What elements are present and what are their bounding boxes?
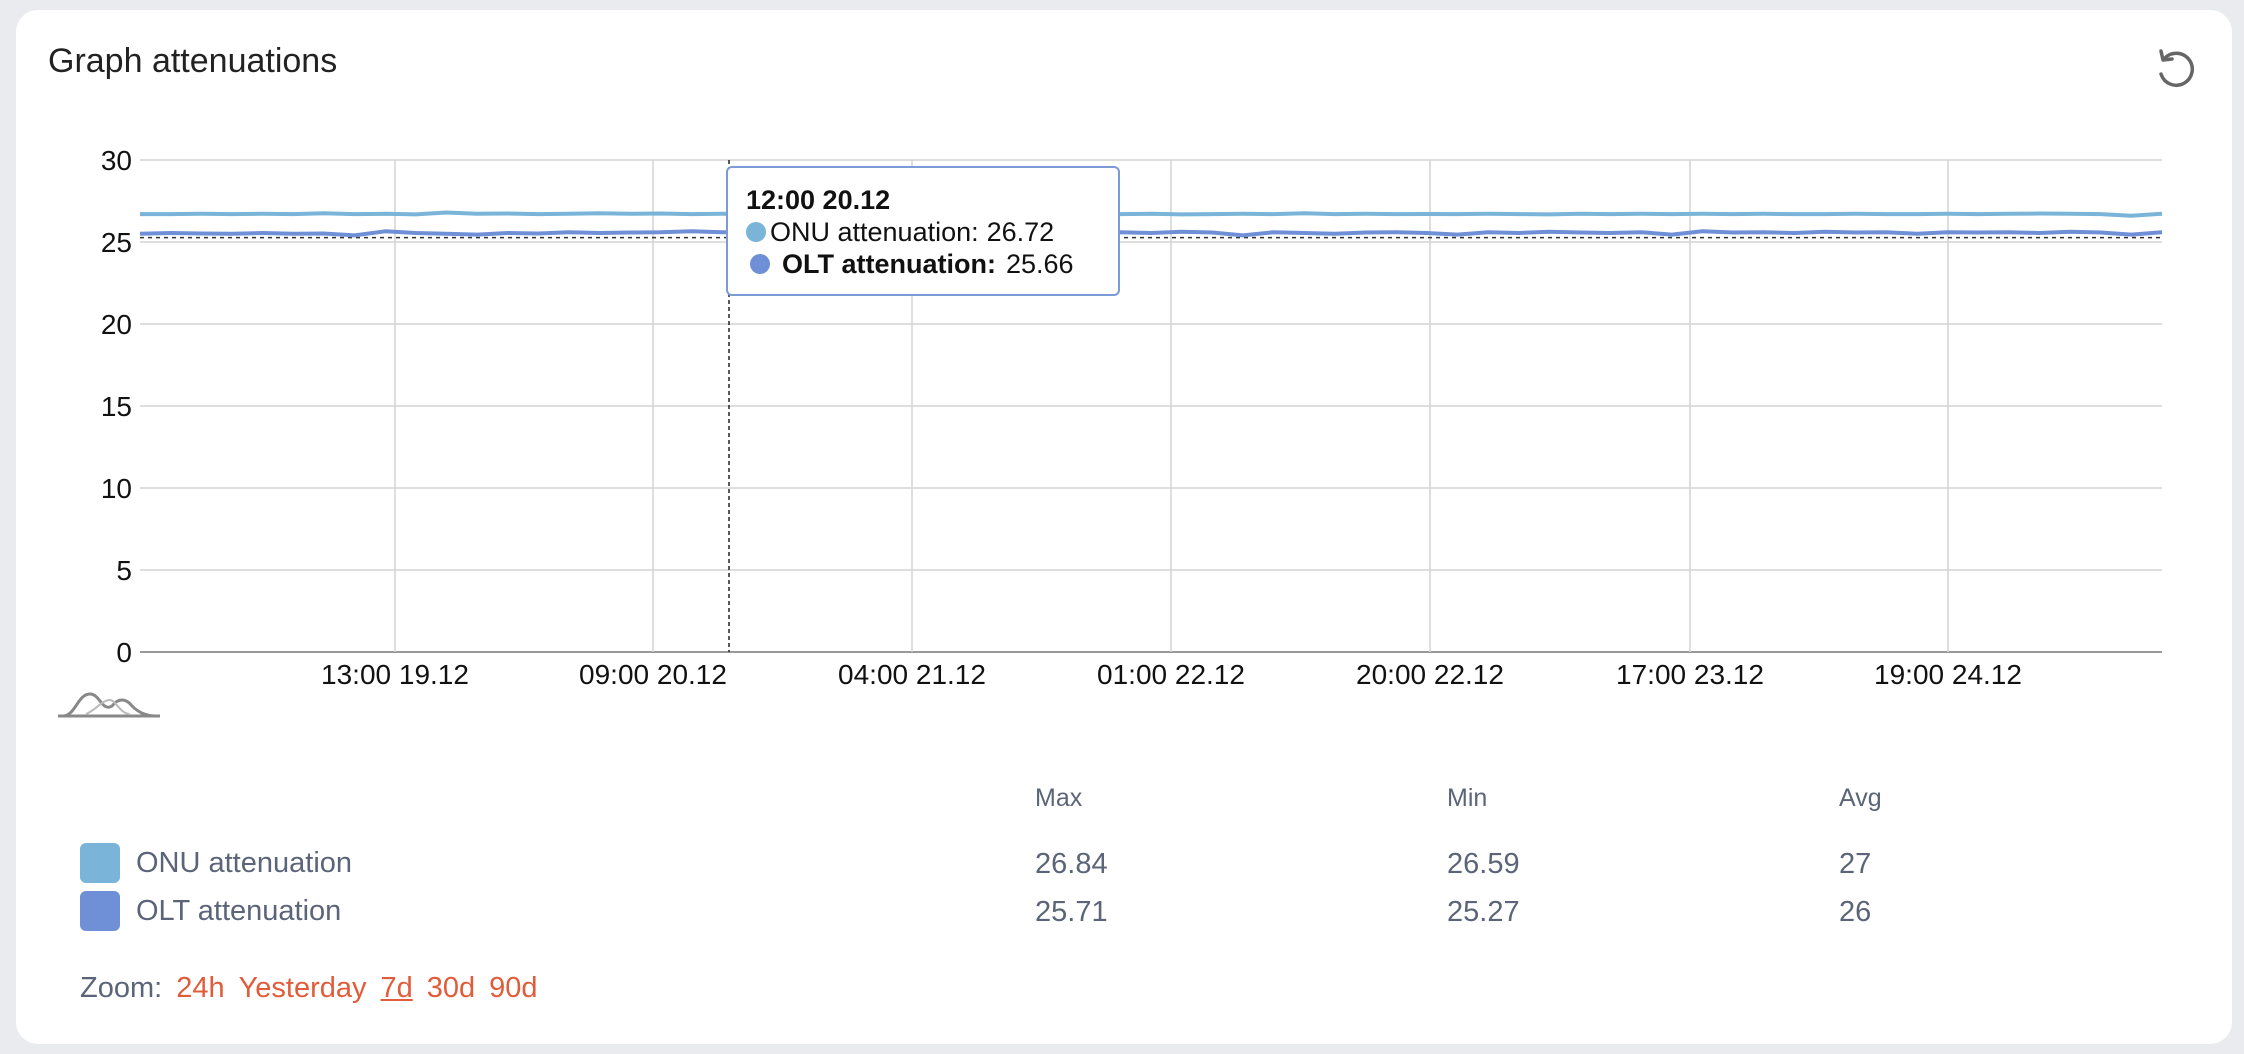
x-tick-label: 09:00 20.12	[579, 659, 727, 690]
y-tick-label: 25	[101, 227, 132, 258]
legend-item-olt[interactable]: OLT attenuation	[80, 890, 341, 932]
legend-header-max: Max	[1035, 784, 1083, 812]
tooltip-onu-label: ONU attenuation:	[770, 217, 979, 247]
legend-header-min: Min	[1447, 784, 1488, 812]
x-tick-label: 01:00 22.12	[1097, 659, 1245, 690]
zoom-7d[interactable]: 7d	[381, 972, 413, 1005]
navigator-icon[interactable]	[56, 684, 162, 724]
legend-label-onu: ONU attenuation	[136, 846, 353, 879]
zoom-24h[interactable]: 24h	[176, 972, 224, 1005]
x-tick-label: 19:00 24.12	[1874, 659, 2022, 690]
y-tick-label: 20	[101, 309, 132, 340]
attenuation-chart[interactable]: 0 5 10 15 20 25 30 13:00 19.12 09:00 20.12 04:00 …	[0, 0, 2244, 760]
x-tick-label: 20:00 22.12	[1356, 659, 1504, 690]
tooltip-title: 12:00 20.12	[746, 185, 891, 215]
x-tick-label: 13:00 19.12	[321, 659, 469, 690]
zoom-bar: Zoom: 24h Yesterday 7d 30d 90d	[80, 972, 538, 1005]
legend-label-olt: OLT attenuation	[136, 894, 342, 927]
chart-tooltip: 12:00 20.12 ONU attenuation: 26.72 OLT a…	[726, 166, 1120, 296]
x-tick-label: 17:00 23.12	[1616, 659, 1764, 690]
tooltip-olt-value: 25.66	[1005, 249, 1074, 279]
legend-header-avg: Avg	[1839, 784, 1882, 812]
olt-avg: 26	[1839, 896, 1872, 928]
zoom-30d[interactable]: 30d	[427, 972, 475, 1005]
zoom-label: Zoom:	[80, 972, 163, 1004]
series-line-olt	[139, 229, 2163, 238]
y-tick-label: 10	[101, 473, 132, 504]
y-tick-label: 15	[101, 391, 132, 422]
tooltip-row-onu: ONU attenuation: 26.72	[746, 216, 1100, 248]
y-tick-label: 30	[101, 145, 132, 176]
onu-swatch	[80, 843, 120, 883]
onu-avg: 27	[1839, 848, 1872, 880]
tooltip-onu-value: 26.72	[986, 217, 1055, 247]
tooltip-row-olt: OLT attenuation: 25.66	[746, 248, 1100, 280]
tooltip-olt-label: OLT attenuation:	[782, 249, 996, 279]
y-tick-label: 5	[116, 555, 132, 586]
onu-dot-icon	[746, 222, 766, 242]
olt-swatch	[80, 891, 120, 931]
zoom-90d[interactable]: 90d	[489, 972, 537, 1005]
onu-min: 26.59	[1447, 848, 1520, 880]
onu-max: 26.84	[1035, 848, 1108, 880]
olt-min: 25.27	[1447, 896, 1520, 928]
x-tick-label: 04:00 21.12	[838, 659, 986, 690]
olt-dot-icon	[750, 254, 770, 274]
y-tick-label: 0	[116, 637, 132, 668]
series-line-onu	[140, 210, 2163, 218]
legend-item-onu[interactable]: ONU attenuation	[80, 842, 352, 884]
zoom-yesterday[interactable]: Yesterday	[239, 972, 367, 1005]
olt-max: 25.71	[1035, 896, 1108, 928]
